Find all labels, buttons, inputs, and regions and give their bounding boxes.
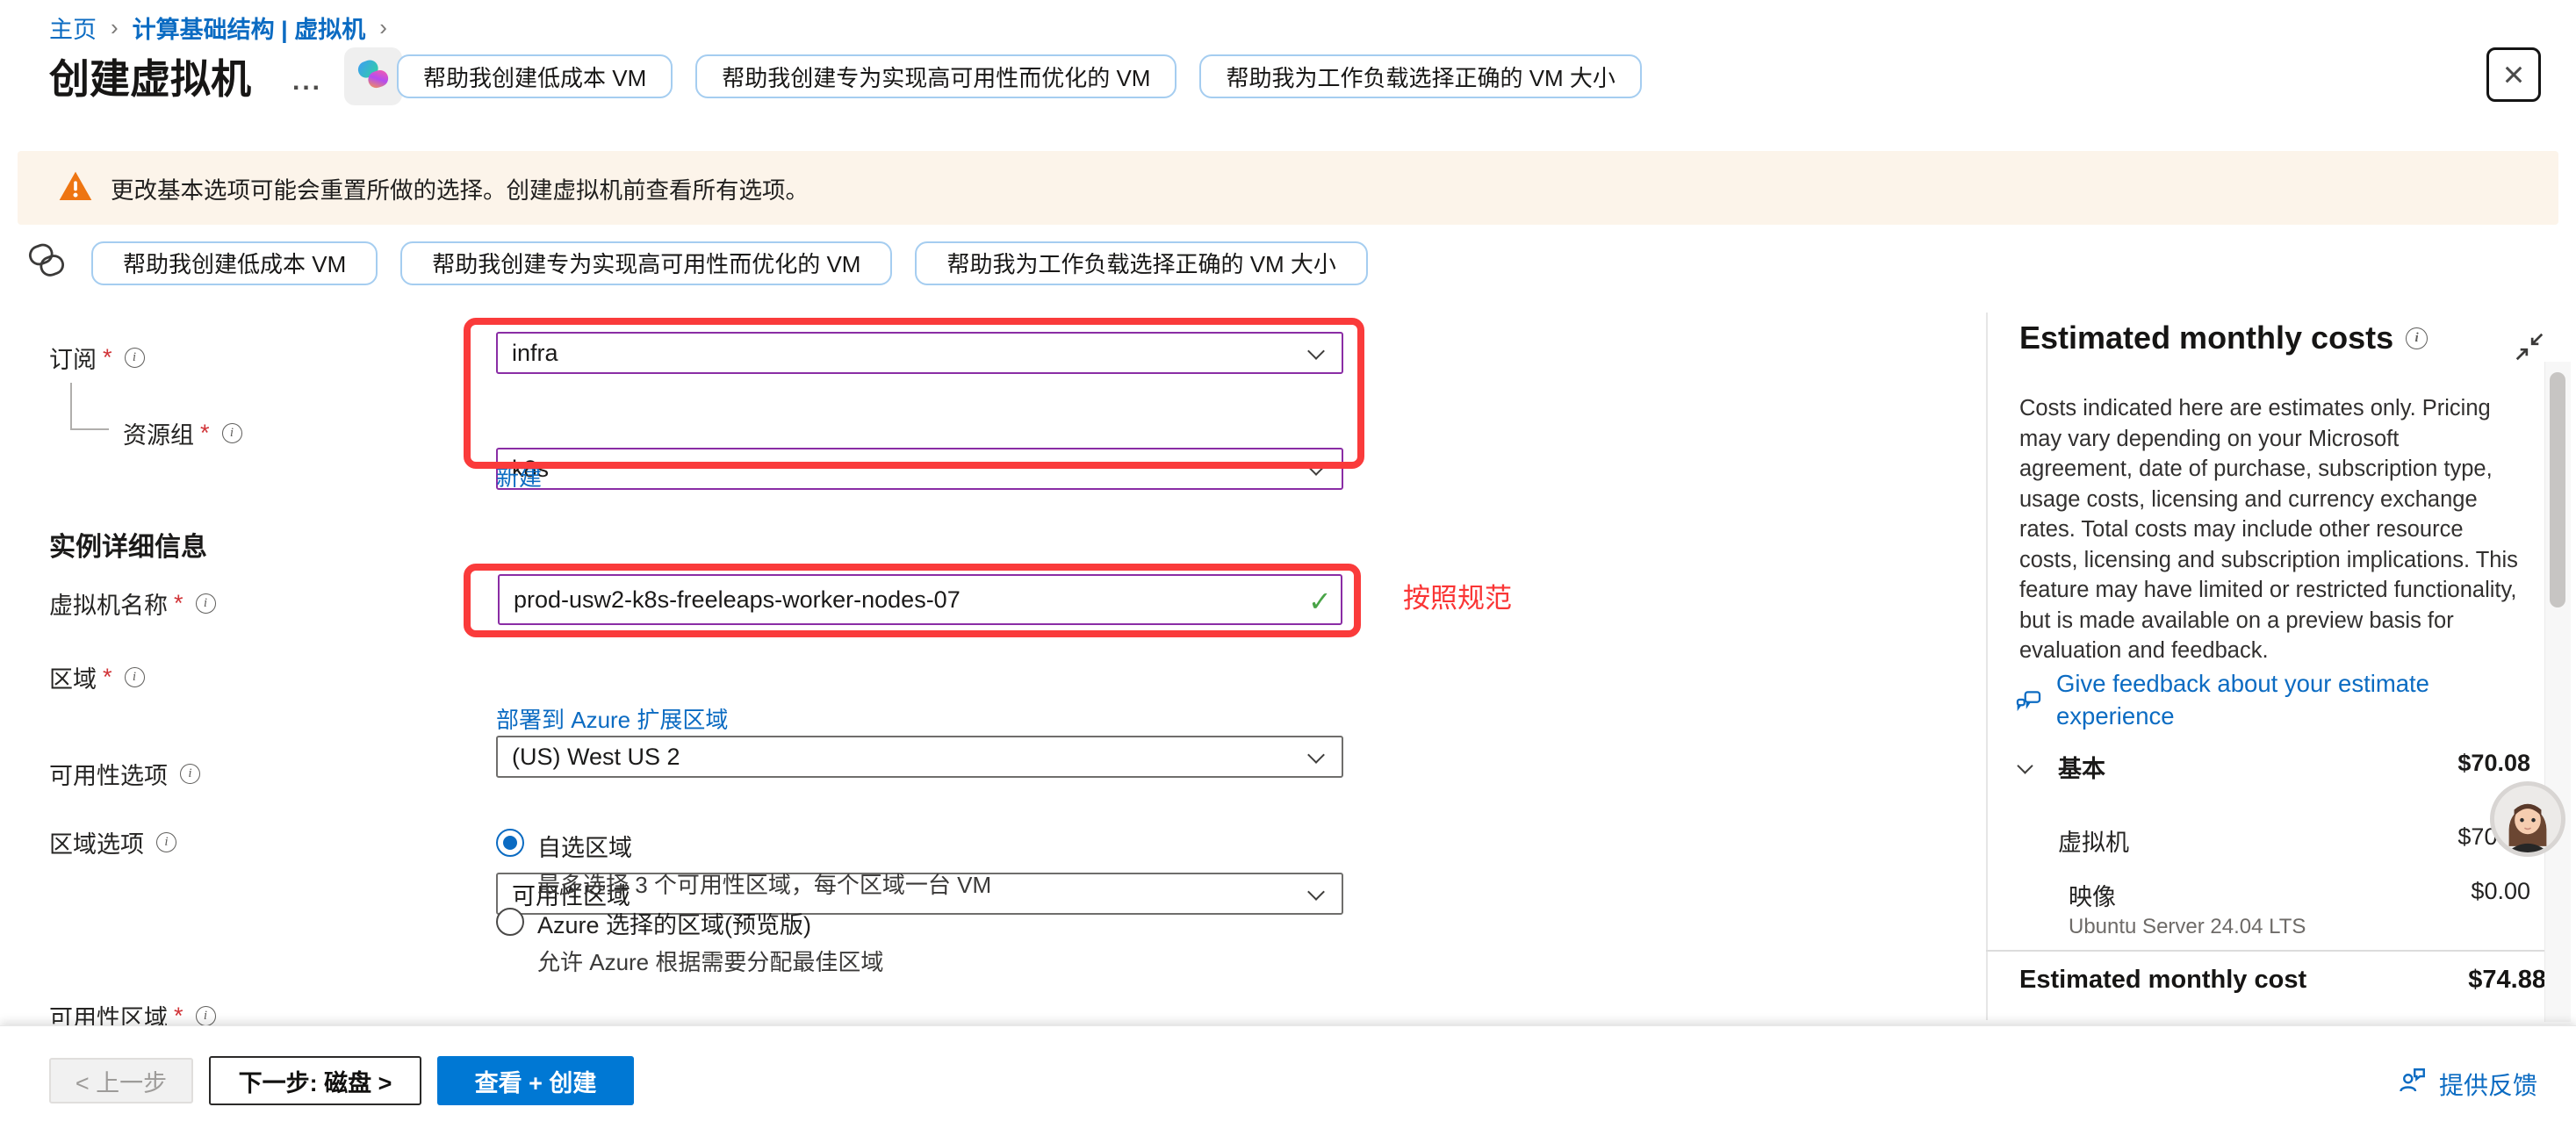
create-vm-page: 主页 › 计算基础结构 | 虚拟机 › 创建虚拟机 ... 帮助我创建低成本 V… <box>0 0 2576 1143</box>
feedback-person-icon <box>2397 1065 2428 1103</box>
chevron-down-icon <box>1307 883 1325 901</box>
avatar-illustration <box>2494 786 2561 852</box>
copilot-suggestions-row-1: 帮助我创建低成本 VM 帮助我创建专为实现高可用性而优化的 VM 帮助我为工作负… <box>397 54 1642 98</box>
more-options-icon[interactable]: ... <box>292 67 322 97</box>
scrollbar-thumb[interactable] <box>2550 372 2565 607</box>
valid-check-icon: ✓ <box>1308 585 1332 618</box>
resource-group-dropdown[interactable]: k8s <box>496 448 1343 490</box>
close-button[interactable]: × <box>2486 47 2541 102</box>
previous-step-button[interactable]: < 上一步 <box>49 1058 193 1103</box>
page-title: 创建虚拟机 <box>49 47 251 105</box>
info-icon[interactable]: i <box>156 832 176 852</box>
radio-dot <box>503 836 517 850</box>
radio-self-selected-zones-label[interactable]: 自选区域 <box>537 829 632 863</box>
cost-total-amount: $74.88 <box>2468 966 2546 995</box>
info-icon[interactable]: i <box>180 764 200 784</box>
next-step-disks-button[interactable]: 下一步: 磁盘 > <box>209 1056 421 1105</box>
required-marker: * <box>103 664 112 691</box>
vm-name-input[interactable] <box>498 574 1342 625</box>
chevron-down-icon <box>1307 342 1325 360</box>
info-icon[interactable]: i <box>2406 327 2428 349</box>
copilot-button[interactable] <box>344 47 402 105</box>
cost-total-divider <box>1986 950 2557 952</box>
breadcrumb: 主页 › 计算基础结构 | 虚拟机 › <box>49 11 387 45</box>
assistant-avatar[interactable] <box>2490 781 2565 857</box>
availability-options-label: 可用性选项 i <box>49 757 200 791</box>
info-icon[interactable]: i <box>125 667 145 687</box>
suggestion-low-cost-vm[interactable]: 帮助我创建低成本 VM <box>397 54 673 98</box>
suggestion-right-vm-size[interactable]: 帮助我为工作负载选择正确的 VM 大小 <box>915 241 1367 285</box>
warning-banner: 更改基本选项可能会重置所做的选择。创建虚拟机前查看所有选项。 <box>18 151 2558 225</box>
info-icon[interactable]: i <box>125 348 145 368</box>
collapse-icon <box>2513 330 2546 363</box>
zone-options-label: 区域选项 i <box>49 825 176 859</box>
suggestion-high-availability-vm[interactable]: 帮助我创建专为实现高可用性而优化的 VM <box>695 54 1176 98</box>
radio-azure-selected-zones-desc: 允许 Azure 根据需要分配最佳区域 <box>537 945 883 977</box>
copilot-outline-icon <box>25 239 68 287</box>
required-marker: * <box>174 590 183 617</box>
cost-panel-description: Costs indicated here are estimates only.… <box>2019 393 2518 666</box>
cost-row-image-detail: Ubuntu Server 24.04 LTS <box>2069 915 2306 939</box>
region-dropdown[interactable]: (US) West US 2 <box>496 736 1343 778</box>
collapse-panel-button[interactable] <box>2513 330 2546 363</box>
suggestion-right-vm-size[interactable]: 帮助我为工作负载选择正确的 VM 大小 <box>1199 54 1641 98</box>
resource-group-label: 资源组 * i <box>123 416 242 450</box>
instance-details-section-title: 实例详细信息 <box>49 525 207 564</box>
chevron-right-icon: › <box>111 14 119 41</box>
info-icon[interactable]: i <box>196 593 216 614</box>
breadcrumb-compute[interactable]: 计算基础结构 | 虚拟机 <box>133 11 366 45</box>
cost-row-vm-label: 虚拟机 <box>2058 823 2129 858</box>
panel-divider <box>1986 313 1988 1020</box>
annotation-text: 按照规范 <box>1403 576 1512 615</box>
radio-self-selected-zones-desc: 最多选择 3 个可用性区域，每个区域一台 VM <box>537 867 991 900</box>
radio-self-selected-zones[interactable] <box>496 829 524 857</box>
tree-connector <box>70 383 72 428</box>
tree-connector <box>70 428 109 430</box>
radio-azure-selected-zones[interactable] <box>496 908 524 936</box>
warning-icon <box>58 169 93 208</box>
cost-total-label: Estimated monthly cost <box>2019 966 2306 995</box>
chevron-down-icon[interactable] <box>2017 758 2033 773</box>
vm-name-label: 虚拟机名称 * i <box>49 586 216 621</box>
cost-group-basic-amount: $70.08 <box>2457 750 2530 777</box>
breadcrumb-home[interactable]: 主页 <box>49 11 97 45</box>
close-icon: × <box>2503 54 2525 96</box>
info-icon[interactable]: i <box>222 423 242 443</box>
info-icon[interactable]: i <box>196 1006 216 1026</box>
give-feedback-link[interactable]: 提供反馈 <box>2397 1065 2537 1103</box>
feedback-bubbles-icon <box>2014 687 2044 732</box>
chevron-down-icon <box>1307 458 1325 476</box>
required-marker: * <box>103 344 112 371</box>
suggestion-low-cost-vm[interactable]: 帮助我创建低成本 VM <box>91 241 378 285</box>
cost-row-image-label: 映像 <box>2069 878 2116 912</box>
copilot-icon <box>353 54 393 99</box>
subscription-label: 订阅 * i <box>49 341 145 375</box>
suggestion-high-availability-vm[interactable]: 帮助我创建专为实现高可用性而优化的 VM <box>400 241 892 285</box>
warning-text: 更改基本选项可能会重置所做的选择。创建虚拟机前查看所有选项。 <box>111 171 809 205</box>
subscription-dropdown[interactable]: infra <box>496 332 1343 374</box>
wizard-footer: < 上一步 下一步: 磁盘 > 查看 + 创建 提供反馈 <box>0 1025 2576 1143</box>
cost-row-image-amount: $0.00 <box>2471 878 2530 905</box>
copilot-suggestions-row-2: 帮助我创建低成本 VM 帮助我创建专为实现高可用性而优化的 VM 帮助我为工作负… <box>25 239 1368 287</box>
chevron-right-icon: › <box>379 14 387 41</box>
estimate-feedback-link[interactable]: Give feedback about your estimate experi… <box>2014 667 2513 732</box>
create-new-resource-group-link[interactable]: 新建 <box>496 460 542 492</box>
cost-panel-title: Estimated monthly costs i <box>2019 320 2428 356</box>
required-marker: * <box>200 420 210 447</box>
edge-zone-link[interactable]: 部署到 Azure 扩展区域 <box>496 702 728 735</box>
radio-azure-selected-zones-label[interactable]: Azure 选择的区域(预览版) <box>537 906 811 940</box>
cost-group-basic-label[interactable]: 基本 <box>2058 750 2105 784</box>
region-label: 区域 * i <box>49 660 145 694</box>
chevron-down-icon <box>1307 746 1325 764</box>
review-create-button[interactable]: 查看 + 创建 <box>437 1056 634 1105</box>
